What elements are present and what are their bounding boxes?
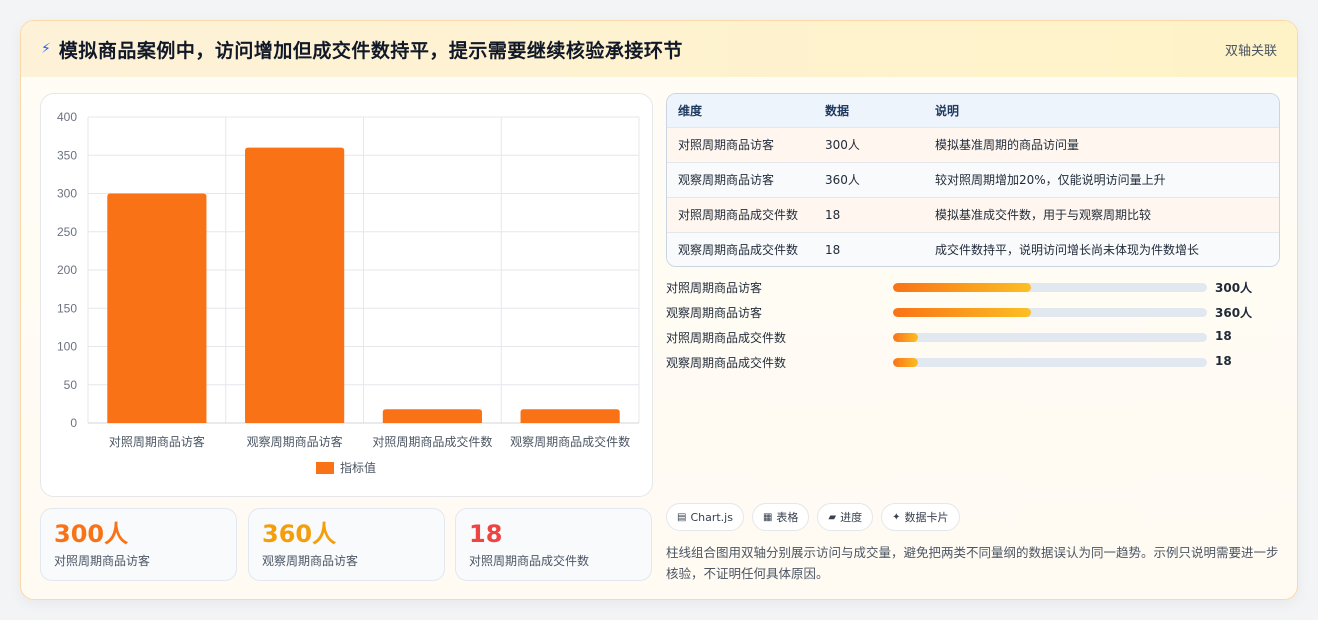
table-row: 观察周期商品访客 360人 较对照周期增加20%，仅能说明访问量上升 (667, 161, 1279, 197)
progress-track (893, 358, 1207, 367)
table-cell: 较对照周期增加20%，仅能说明访问量上升 (924, 161, 1279, 197)
progress-value: 18 (1215, 354, 1232, 368)
chart-icon: ▤ (677, 511, 687, 523)
progress-icon: ▰ (828, 511, 837, 523)
stat-card-control-visitors: 300人 对照周期商品访客 (40, 508, 237, 581)
table-cell: 18 (814, 231, 924, 266)
chip-group: ▤ Chart.js ▦ 表格 ▰ 进度 ✦ 数据卡片 (666, 503, 960, 531)
sparkle-icon: ✦ (892, 511, 901, 523)
chart-bar (245, 147, 345, 423)
progress-track (893, 308, 1207, 317)
stat-card-control-orders: 18 对照周期商品成交件数 (455, 508, 652, 581)
dual-axis-tag: 双轴关联 (1224, 43, 1277, 59)
chip-data-card[interactable]: ✦ 数据卡片 (881, 503, 960, 531)
table-cell: 观察周期商品成交件数 (667, 231, 814, 266)
chip-label: 表格 (776, 511, 799, 524)
progress-row: 对照周期商品成交件数 18 (666, 327, 1280, 352)
y-tick-label: 250 (57, 225, 77, 239)
bar-chart: 0 50 100 150 200 250 300 350 400 对照周期商品访客 观察周期商品访客… (40, 93, 653, 497)
y-tick-label: 100 (57, 340, 77, 354)
stat-value: 300人 (54, 520, 129, 548)
y-tick-label: 0 (70, 416, 77, 430)
chart-note: 柱线组合图用双轴分别展示访问与成交量，避免把两类不同量纲的数据误认为同一趋势。示… (666, 545, 1279, 581)
stat-label: 观察周期商品访客 (262, 554, 359, 568)
table-cell: 360人 (814, 161, 924, 197)
y-tick-label: 350 (57, 148, 77, 162)
data-table: 维度 数据 说明 对照周期商品访客 300人 模拟基准周期的商品访问量 观察周期… (666, 93, 1280, 267)
page-title: 模拟商品案例中，访问增加但成交件数持平，提示需要继续核验承接环节 (58, 39, 683, 62)
stat-card-observe-visitors: 360人 观察周期商品访客 (248, 508, 445, 581)
chart-bar (382, 409, 482, 423)
table-cell: 对照周期商品访客 (667, 126, 814, 162)
table-row: 观察周期商品成交件数 18 成交件数持平，说明访问增长尚未体现为件数增长 (667, 231, 1279, 266)
table-header: 维度 (667, 94, 814, 127)
progress-value: 18 (1215, 329, 1232, 343)
chip-label: 进度 (840, 511, 863, 524)
progress-label: 观察周期商品访客 (666, 306, 763, 320)
table-header: 数据 (814, 94, 924, 127)
progress-row: 观察周期商品访客 360人 (666, 302, 1280, 327)
y-tick-label: 400 (57, 110, 77, 124)
table-header: 说明 (924, 94, 1279, 127)
progress-label: 观察周期商品成交件数 (666, 356, 787, 370)
progress-label: 对照周期商品访客 (666, 281, 763, 295)
progress-fill (893, 358, 919, 367)
card-header: ⚡ 模拟商品案例中，访问增加但成交件数持平，提示需要继续核验承接环节 双轴关联 (21, 21, 1297, 77)
table-cell: 观察周期商品访客 (667, 161, 814, 197)
progress-row: 对照周期商品访客 300人 (666, 277, 1280, 302)
table-icon: ▦ (762, 511, 773, 523)
chip-chartjs[interactable]: ▤ Chart.js (666, 503, 744, 531)
x-tick-label: 对照周期商品成交件数 (372, 434, 492, 449)
progress-row: 观察周期商品成交件数 18 (666, 352, 1280, 377)
y-tick-label: 200 (57, 263, 77, 277)
spark-icon: ⚡ (41, 41, 51, 57)
progress-value: 300人 (1215, 281, 1253, 295)
legend-swatch (316, 462, 334, 474)
stat-label: 对照周期商品成交件数 (469, 554, 590, 568)
table-cell: 模拟基准成交件数，用于与观察周期比较 (924, 196, 1279, 232)
progress-label: 对照周期商品成交件数 (666, 331, 787, 345)
stat-value: 360人 (262, 520, 337, 548)
table-cell: 18 (814, 196, 924, 232)
table-cell: 成交件数持平，说明访问增长尚未体现为件数增长 (924, 231, 1279, 266)
y-tick-label: 300 (57, 187, 77, 201)
progress-track (893, 283, 1207, 292)
progress-fill (893, 333, 919, 342)
table-row: 对照周期商品成交件数 18 模拟基准成交件数，用于与观察周期比较 (667, 196, 1279, 232)
chip-label: Chart.js (690, 510, 733, 524)
progress-track (893, 333, 1207, 342)
y-tick-label: 150 (57, 301, 77, 315)
progress-fill (893, 283, 1032, 292)
table-header-row: 维度 数据 说明 (667, 94, 1279, 127)
chip-progress[interactable]: ▰ 进度 (817, 503, 874, 531)
table-cell: 300人 (814, 126, 924, 162)
progress-fill (893, 308, 1032, 317)
progress-value: 360人 (1215, 306, 1253, 320)
chart-svg: 0 50 100 150 200 250 300 350 400 对照周期商品访客 观察周期商品访客… (57, 110, 640, 475)
legend-label: 指标值 (340, 460, 376, 475)
progress-list: 对照周期商品访客 300人 观察周期商品访客 360人 对照周期商品成交件数 1… (666, 277, 1280, 377)
dashboard-card: ⚡ 模拟商品案例中，访问增加但成交件数持平，提示需要继续核验承接环节 双轴关联 … (20, 20, 1298, 600)
x-tick-label: 对照周期商品访客 (109, 434, 205, 449)
x-tick-label: 观察周期商品成交件数 (510, 434, 630, 449)
x-tick-label: 观察周期商品访客 (247, 434, 343, 449)
chart-bar (520, 409, 620, 423)
stat-label: 对照周期商品访客 (54, 554, 151, 568)
chip-table[interactable]: ▦ 表格 (751, 503, 810, 531)
stat-value: 18 (469, 520, 503, 548)
table-cell: 模拟基准周期的商品访问量 (924, 126, 1279, 162)
table-row: 对照周期商品访客 300人 模拟基准周期的商品访问量 (667, 126, 1279, 162)
chart-bar (107, 193, 207, 423)
y-tick-label: 50 (64, 378, 78, 392)
table-cell: 对照周期商品成交件数 (667, 196, 814, 232)
chip-label: 数据卡片 (904, 511, 949, 524)
